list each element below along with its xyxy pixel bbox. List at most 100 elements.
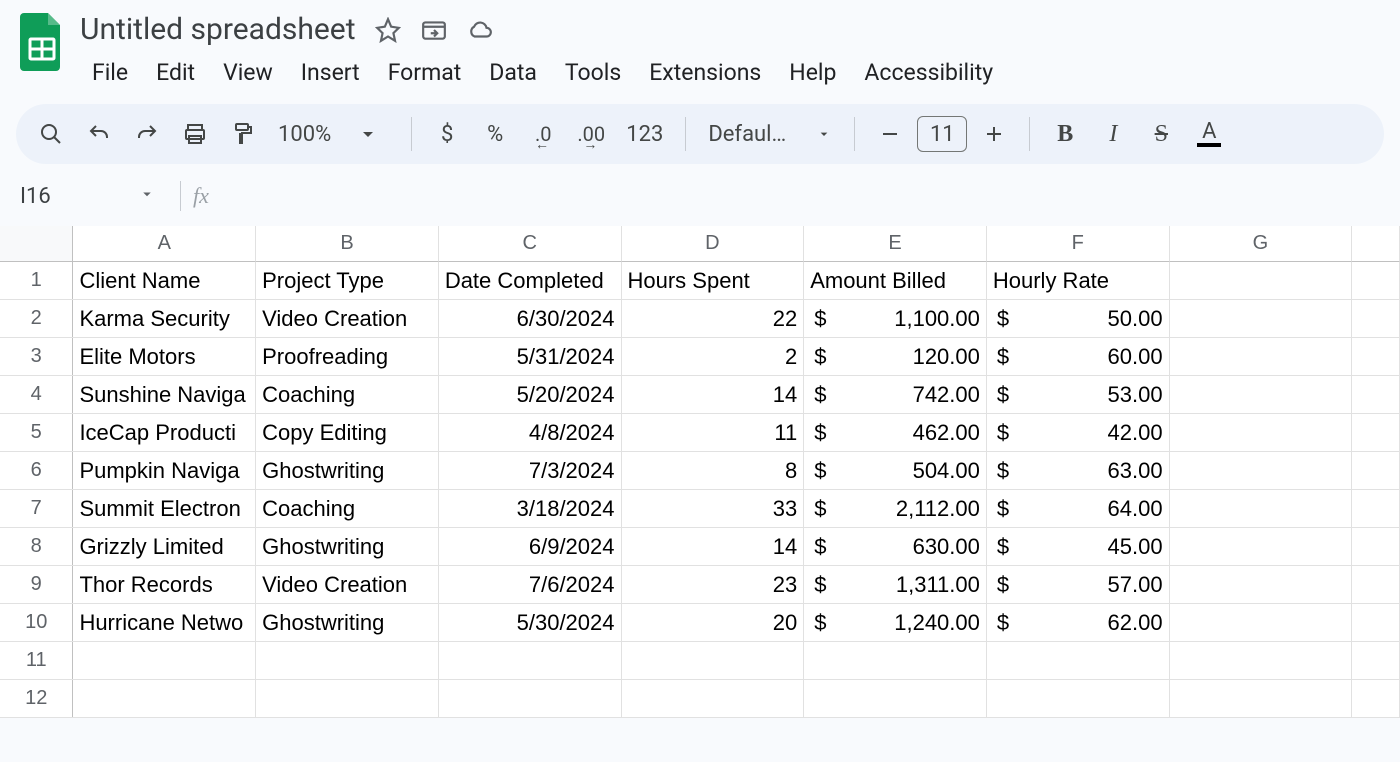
cell[interactable] [256,680,439,717]
cell[interactable]: $120.00 [804,338,987,375]
cell[interactable] [1170,376,1353,413]
cell[interactable] [439,642,622,679]
cell[interactable]: 4/8/2024 [439,414,622,451]
cell[interactable] [1170,300,1353,337]
cell[interactable] [1170,490,1353,527]
cell[interactable] [987,680,1170,717]
row-header[interactable]: 6 [0,452,73,489]
menu-tools[interactable]: Tools [553,55,633,90]
cell[interactable]: Proofreading [256,338,439,375]
cell[interactable]: Coaching [256,376,439,413]
cell[interactable] [804,642,987,679]
cell[interactable] [622,642,805,679]
cell[interactable] [1352,452,1400,489]
cell[interactable]: 5/30/2024 [439,604,622,641]
cell[interactable]: Copy Editing [256,414,439,451]
cell[interactable] [1352,566,1400,603]
menu-help[interactable]: Help [777,55,848,90]
cloud-status-icon[interactable] [466,16,494,44]
cell[interactable] [1352,376,1400,413]
cell[interactable]: Ghostwriting [256,528,439,565]
text-color-button[interactable]: A [1188,113,1230,155]
cell[interactable]: 23 [622,566,805,603]
cell[interactable]: 6/9/2024 [439,528,622,565]
print-icon[interactable] [174,113,216,155]
cell[interactable]: $45.00 [987,528,1170,565]
cell[interactable] [1352,338,1400,375]
cell[interactable]: 6/30/2024 [439,300,622,337]
cell[interactable] [439,680,622,717]
cell[interactable]: Hours Spent [622,262,805,299]
menu-accessibility[interactable]: Accessibility [852,55,1005,90]
cell[interactable]: 33 [622,490,805,527]
column-header-D[interactable]: D [622,226,805,262]
cell[interactable]: Coaching [256,490,439,527]
cell[interactable]: 22 [622,300,805,337]
cell[interactable]: IceCap Producti [73,414,256,451]
cell[interactable]: Client Name [73,262,256,299]
menu-view[interactable]: View [211,55,285,90]
cell[interactable] [73,680,256,717]
menu-insert[interactable]: Insert [289,55,372,90]
column-header-F[interactable]: F [987,226,1170,262]
cell[interactable]: $42.00 [987,414,1170,451]
column-header-G[interactable]: G [1170,226,1353,262]
cell[interactable]: 11 [622,414,805,451]
cell[interactable]: 7/6/2024 [439,566,622,603]
cell[interactable]: Video Creation [256,300,439,337]
cell[interactable] [1170,642,1353,679]
column-header-partial[interactable] [1352,226,1400,262]
paint-format-icon[interactable] [222,113,264,155]
menu-edit[interactable]: Edit [144,55,207,90]
column-header-E[interactable]: E [804,226,987,262]
cell[interactable]: Karma Security [73,300,256,337]
cell[interactable]: $64.00 [987,490,1170,527]
cell[interactable] [1170,604,1353,641]
font-size-decrease-button[interactable] [869,113,911,155]
cell[interactable]: 20 [622,604,805,641]
cell[interactable] [1352,528,1400,565]
cell[interactable] [804,680,987,717]
cell[interactable]: Elite Motors [73,338,256,375]
cell[interactable]: Video Creation [256,566,439,603]
cell[interactable]: 8 [622,452,805,489]
row-header[interactable]: 10 [0,604,73,641]
row-header[interactable]: 2 [0,300,73,337]
formula-input[interactable] [209,174,1400,218]
redo-icon[interactable] [126,113,168,155]
row-header[interactable]: 3 [0,338,73,375]
cell[interactable] [1170,414,1353,451]
row-header[interactable]: 12 [0,680,73,717]
cell[interactable]: 5/31/2024 [439,338,622,375]
cell[interactable]: $50.00 [987,300,1170,337]
cell[interactable]: $630.00 [804,528,987,565]
cell[interactable] [1170,680,1353,717]
font-size-input[interactable]: 11 [917,116,967,152]
cell[interactable]: Pumpkin Naviga [73,452,256,489]
more-formats-button[interactable]: 123 [618,113,671,155]
row-header[interactable]: 5 [0,414,73,451]
cell[interactable] [1352,262,1400,299]
row-header[interactable]: 9 [0,566,73,603]
cell[interactable] [1170,338,1353,375]
cell[interactable] [73,642,256,679]
font-family-select[interactable]: Defaul… [700,122,840,147]
cell[interactable]: Summit Electron [73,490,256,527]
cell[interactable]: $2,112.00 [804,490,987,527]
column-header-B[interactable]: B [256,226,439,262]
search-icon[interactable] [30,113,72,155]
spreadsheet-grid[interactable]: A B C D E F G 1 Client Name Project Type… [0,226,1400,718]
strikethrough-button[interactable]: S [1140,113,1182,155]
cell[interactable]: 2 [622,338,805,375]
currency-format-button[interactable]: $ [426,113,468,155]
row-header[interactable]: 8 [0,528,73,565]
undo-icon[interactable] [78,113,120,155]
zoom-level[interactable]: 100% [270,122,335,147]
document-title[interactable]: Untitled spreadsheet [80,12,356,47]
select-all-corner[interactable] [0,226,73,262]
move-icon[interactable] [420,16,448,44]
cell[interactable] [1352,604,1400,641]
cell[interactable] [1170,528,1353,565]
cell[interactable]: 14 [622,376,805,413]
cell[interactable]: $63.00 [987,452,1170,489]
